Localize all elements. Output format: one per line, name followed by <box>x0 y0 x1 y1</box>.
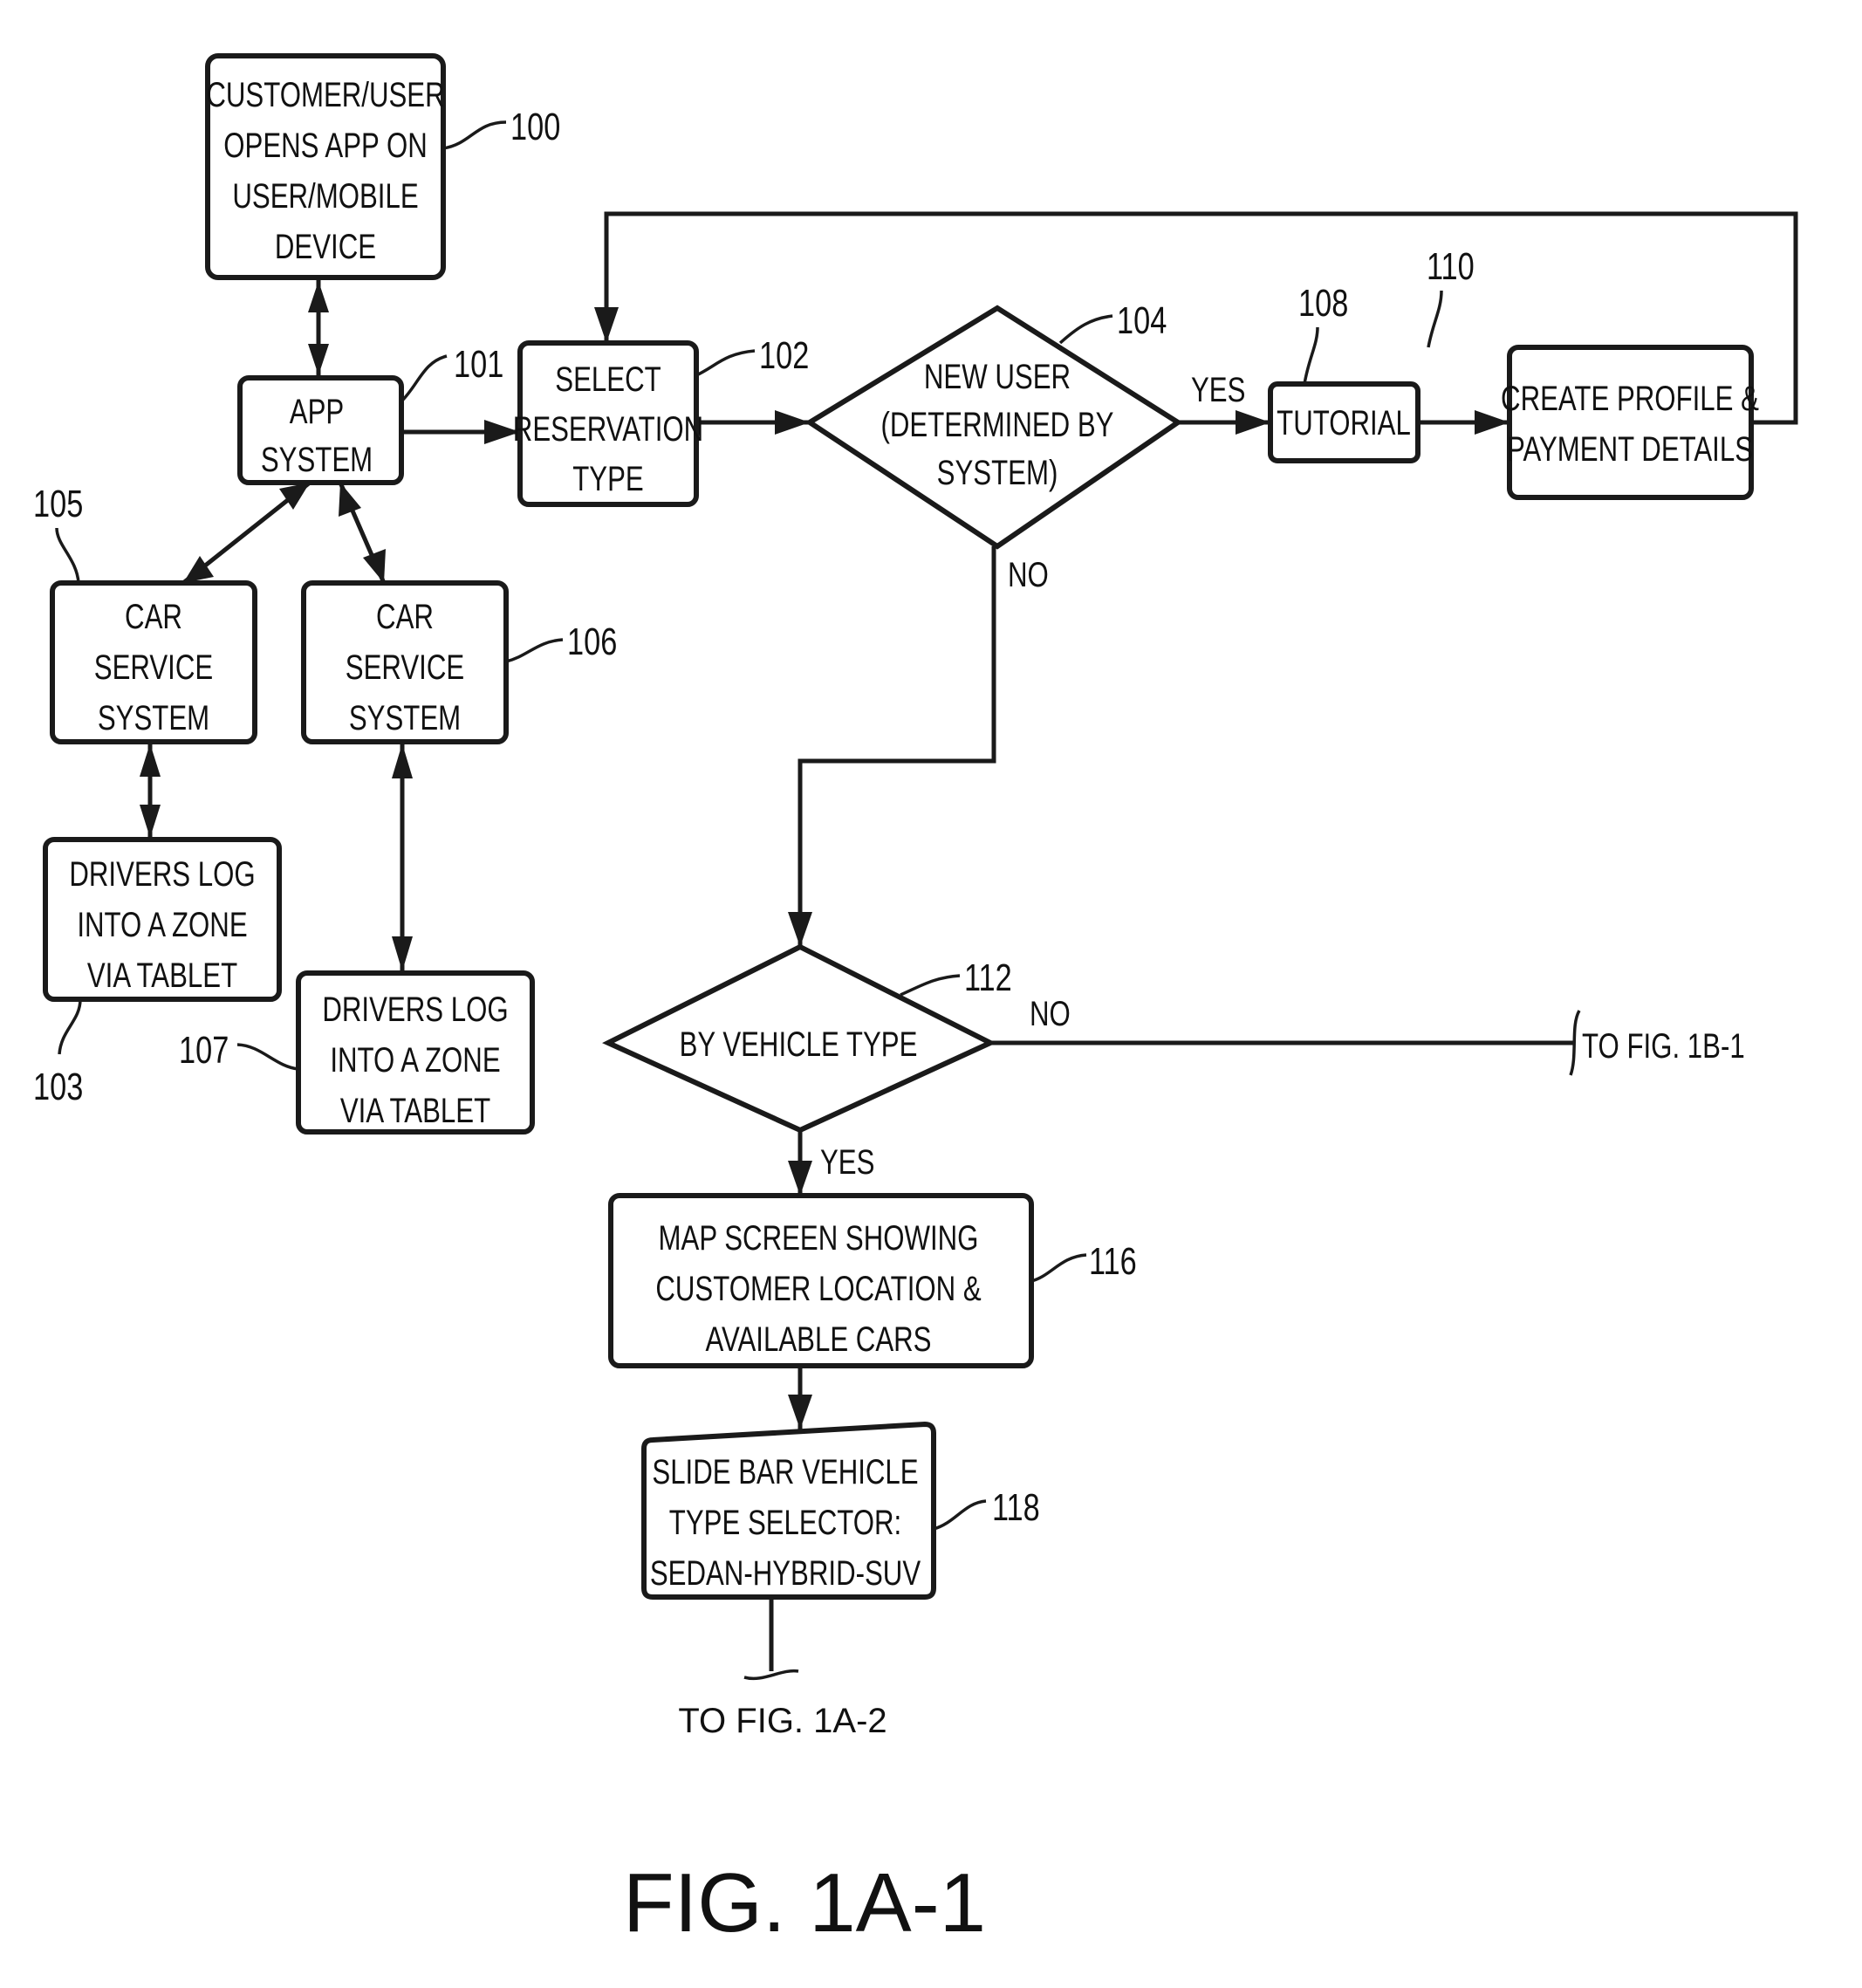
node-text: OPENS APP ON <box>223 127 428 165</box>
leader-line <box>505 638 564 663</box>
process-box <box>1507 345 1754 500</box>
reference-number: 106 <box>567 620 617 663</box>
arrowhead-down <box>140 805 161 838</box>
leader-line <box>442 120 507 150</box>
yes-label: YES <box>1191 371 1245 409</box>
node-106: CAR SERVICE SYSTEM 106 <box>301 580 617 744</box>
reference-number: 104 <box>1117 299 1167 342</box>
node-101: APP SYSTEM 101 <box>237 343 503 485</box>
reference-number: 105 <box>33 483 83 525</box>
figure-title: FIG. 1A-1 <box>623 1856 986 1950</box>
node-text: PAYMENT DETAILS <box>1507 430 1753 469</box>
leader-line <box>236 1043 299 1071</box>
leader-line <box>400 354 448 403</box>
arrowhead <box>363 549 386 583</box>
arrowhead-down <box>788 912 812 947</box>
reference-number: 110 <box>1427 245 1475 288</box>
arrowhead-up <box>140 744 161 777</box>
node-text: CAR <box>376 598 434 636</box>
reference-number: 102 <box>759 334 809 377</box>
reference-number: 112 <box>964 956 1012 999</box>
arrowhead-up <box>308 281 329 312</box>
node-text: DRIVERS LOG <box>69 855 255 894</box>
node-108: TUTORIAL 108 <box>1268 282 1420 463</box>
arrowhead-down <box>594 307 619 343</box>
no-label: NO <box>1030 995 1071 1033</box>
node-text: CREATE PROFILE & <box>1501 380 1759 418</box>
arrowhead-down <box>392 936 413 971</box>
node-110: CREATE PROFILE & PAYMENT DETAILS 110 <box>1427 245 1759 500</box>
arrowhead-down <box>308 344 329 375</box>
arrowhead-right <box>775 410 810 435</box>
node-text: AVAILABLE CARS <box>706 1320 932 1359</box>
node-text: CUSTOMER/USER <box>206 76 444 114</box>
node-text: DEVICE <box>275 228 376 266</box>
node-112: BY VEHICLE TYPE 112 NO YES <box>602 943 1071 1182</box>
node-text: SYSTEM <box>261 441 373 479</box>
node-text: APP <box>290 393 344 431</box>
node-102: SELECT RESERVATION TYPE 102 <box>513 334 809 507</box>
node-text: SELECT <box>555 360 661 399</box>
node-118: SLIDE BAR VEHICLE TYPE SELECTOR: SEDAN-H… <box>641 1421 1040 1600</box>
node-text: VIA TABLET <box>340 1092 490 1130</box>
node-text: VIA TABLET <box>87 956 237 995</box>
leader-line <box>1058 314 1113 345</box>
node-text: RESERVATION <box>513 410 703 449</box>
node-105: CAR SERVICE SYSTEM 105 <box>33 483 257 744</box>
reference-number: 101 <box>454 343 503 386</box>
leader-line <box>1303 326 1319 385</box>
node-text: SEDAN-HYBRID-SUV <box>650 1554 921 1593</box>
arrowhead-down <box>788 1161 812 1196</box>
reference-number: 116 <box>1089 1240 1137 1283</box>
leader-line <box>1427 290 1443 348</box>
node-text: (DETERMINED BY <box>881 406 1114 444</box>
node-text: SYSTEM) <box>937 454 1058 492</box>
reference-number: 103 <box>33 1066 83 1108</box>
reference-number: 108 <box>1298 282 1348 325</box>
node-text: MAP SCREEN SHOWING <box>659 1219 979 1258</box>
reference-number: 100 <box>510 106 560 148</box>
node-text: INTO A ZONE <box>330 1041 500 1080</box>
node-100: CUSTOMER/USER OPENS APP ON USER/MOBILE D… <box>205 53 560 280</box>
node-text: INTO A ZONE <box>77 906 247 944</box>
reference-number: 118 <box>992 1486 1040 1529</box>
node-text: DRIVERS LOG <box>322 991 508 1029</box>
node-text: SERVICE <box>346 648 464 687</box>
off-page-connector-1b1: TO FIG. 1B-1 <box>1582 1027 1745 1066</box>
arrowhead-right <box>1236 410 1270 435</box>
node-text: CUSTOMER LOCATION & <box>655 1270 982 1308</box>
arrowhead <box>339 483 361 517</box>
node-text: BY VEHICLE TYPE <box>680 1025 918 1064</box>
node-text: TUTORIAL <box>1277 404 1411 442</box>
no-label: NO <box>1008 556 1049 594</box>
node-text: SLIDE BAR VEHICLE <box>652 1453 918 1491</box>
node-text: TYPE SELECTOR: <box>669 1504 901 1542</box>
node-text: TYPE <box>572 460 644 498</box>
yes-label: YES <box>820 1143 874 1182</box>
arrowhead-up <box>392 744 413 778</box>
arrowhead-down <box>788 1395 812 1429</box>
leader-line <box>900 974 961 997</box>
connector-break-icon <box>743 1669 799 1680</box>
node-116: MAP SCREEN SHOWING CUSTOMER LOCATION & A… <box>608 1193 1137 1368</box>
off-page-connector-1a2: TO FIG. 1A-2 <box>678 1702 887 1740</box>
leader-line <box>695 349 756 377</box>
leader-line <box>1030 1253 1087 1283</box>
node-text: USER/MOBILE <box>232 177 418 216</box>
node-104: NEW USER (DETERMINED BY SYSTEM) 104 YES … <box>804 299 1245 594</box>
leader-line <box>55 527 80 584</box>
flowchart-diagram: CUSTOMER/USER OPENS APP ON USER/MOBILE D… <box>33 53 1798 1950</box>
node-103: DRIVERS LOG INTO A ZONE VIA TABLET 103 <box>33 837 282 1108</box>
node-text: CAR <box>125 598 182 636</box>
node-text: SERVICE <box>94 648 213 687</box>
leader-line <box>933 1499 987 1531</box>
node-text: SYSTEM <box>349 699 461 737</box>
leader-line <box>58 998 82 1055</box>
node-text: SYSTEM <box>98 699 209 737</box>
node-text: NEW USER <box>924 358 1071 396</box>
reference-number: 107 <box>179 1029 229 1072</box>
edge-104-112 <box>798 546 996 947</box>
